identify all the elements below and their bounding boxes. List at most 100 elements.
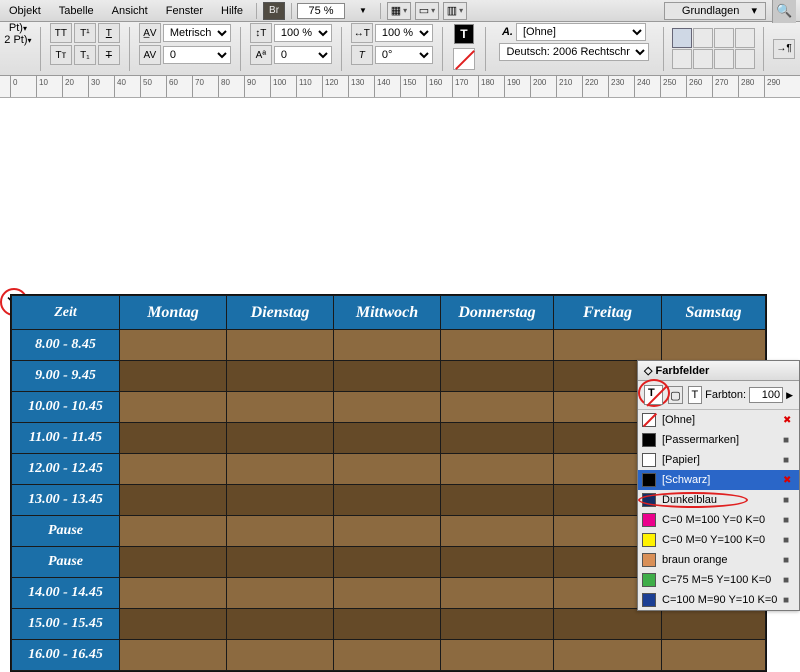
stroke-none-icon[interactable] (453, 48, 475, 70)
time-cell[interactable]: Pause (12, 516, 120, 547)
table-header[interactable]: Donnerstag (441, 296, 554, 330)
table-header[interactable]: Samstag (662, 296, 766, 330)
cell[interactable] (227, 640, 334, 671)
cell[interactable] (227, 330, 334, 361)
cell[interactable] (334, 330, 441, 361)
cell[interactable] (227, 485, 334, 516)
fill-proxy-icon[interactable] (644, 385, 663, 405)
baseline-select[interactable]: 0 (274, 46, 332, 64)
table-row[interactable]: 8.00 - 8.45 (12, 330, 766, 361)
charstyle-select[interactable]: [Ohne] (516, 23, 646, 41)
cell[interactable] (334, 361, 441, 392)
smallcaps-icon[interactable]: Tᴛ (50, 45, 72, 65)
swatch-row[interactable]: Dunkelblau (638, 490, 799, 510)
formatting-container-icon[interactable]: ▢ (668, 386, 682, 404)
time-cell[interactable]: 16.00 - 16.45 (12, 640, 120, 671)
tracking-select[interactable]: 0 (163, 46, 231, 64)
cell[interactable] (441, 485, 554, 516)
cell[interactable] (120, 361, 227, 392)
menu-hilfe[interactable]: Hilfe (212, 5, 252, 17)
cell[interactable] (334, 392, 441, 423)
cell[interactable] (120, 609, 227, 640)
zoom-control[interactable]: ▼ (296, 2, 376, 20)
cell[interactable] (227, 423, 334, 454)
justify-right-icon[interactable] (714, 49, 734, 69)
cell[interactable] (334, 578, 441, 609)
kerning-select[interactable]: Metrisch (163, 24, 231, 42)
cell[interactable] (120, 547, 227, 578)
time-cell[interactable]: 9.00 - 9.45 (12, 361, 120, 392)
align-right-icon[interactable] (714, 28, 734, 48)
swatch-row[interactable]: [Papier] (638, 450, 799, 470)
swatch-row[interactable]: C=75 M=5 Y=100 K=0 (638, 570, 799, 590)
table-row[interactable]: 15.00 - 15.45 (12, 609, 766, 640)
cell[interactable] (227, 547, 334, 578)
cell[interactable] (227, 516, 334, 547)
swatch-row[interactable]: C=100 M=90 Y=10 K=0 (638, 590, 799, 610)
cell[interactable] (120, 640, 227, 671)
time-cell[interactable]: 14.00 - 14.45 (12, 578, 120, 609)
zoom-input[interactable] (297, 3, 345, 19)
time-cell[interactable]: Pause (12, 547, 120, 578)
swatch-row[interactable]: C=0 M=0 Y=100 K=0 (638, 530, 799, 550)
workspace-switcher[interactable]: Grundlagen ▾ (664, 2, 766, 20)
cell[interactable] (554, 330, 662, 361)
allcaps-icon[interactable]: TT (50, 23, 72, 43)
menu-ansicht[interactable]: Ansicht (103, 5, 157, 17)
tint-input[interactable] (749, 387, 783, 403)
cell[interactable] (441, 423, 554, 454)
cell[interactable] (334, 516, 441, 547)
cell[interactable] (120, 578, 227, 609)
cell[interactable] (441, 516, 554, 547)
cell[interactable] (334, 454, 441, 485)
justify-left-icon[interactable] (672, 49, 692, 69)
align-left-icon[interactable] (672, 28, 692, 48)
time-cell[interactable]: 11.00 - 11.45 (12, 423, 120, 454)
cell[interactable] (227, 361, 334, 392)
table-header[interactable]: Dienstag (227, 296, 334, 330)
swatch-row[interactable]: C=0 M=100 Y=0 K=0 (638, 510, 799, 530)
swatches-panel[interactable]: ◇ Farbfelder ▢ T Farbton: ▶ [Ohne][Passe… (637, 360, 800, 611)
cell[interactable] (120, 330, 227, 361)
cell[interactable] (334, 485, 441, 516)
cell[interactable] (662, 640, 766, 671)
table-header[interactable]: Mittwoch (334, 296, 441, 330)
table-row[interactable]: 16.00 - 16.45 (12, 640, 766, 671)
cell[interactable] (554, 609, 662, 640)
cell[interactable] (441, 454, 554, 485)
cell[interactable] (441, 640, 554, 671)
time-cell[interactable]: 8.00 - 8.45 (12, 330, 120, 361)
menu-objekt[interactable]: Objekt (0, 5, 50, 17)
cell[interactable] (441, 392, 554, 423)
time-cell[interactable]: 15.00 - 15.45 (12, 609, 120, 640)
screen-mode-icon[interactable]: ▭ (415, 2, 439, 20)
superscript-icon[interactable]: T¹ (74, 23, 96, 43)
align-center-icon[interactable] (693, 28, 713, 48)
swatches-panel-tab[interactable]: ◇ Farbfelder (638, 361, 799, 381)
swatch-row[interactable]: [Ohne] (638, 410, 799, 430)
cell[interactable] (120, 485, 227, 516)
justify-all-icon[interactable] (735, 49, 755, 69)
hscale-select[interactable]: 100 % (274, 24, 332, 42)
cell[interactable] (662, 330, 766, 361)
cell[interactable] (120, 516, 227, 547)
cell[interactable] (441, 330, 554, 361)
cell[interactable] (120, 423, 227, 454)
underline-icon[interactable]: T (98, 23, 120, 43)
bridge-icon[interactable]: Br (263, 2, 285, 20)
cell[interactable] (227, 392, 334, 423)
cell[interactable] (441, 547, 554, 578)
menu-tabelle[interactable]: Tabelle (50, 5, 103, 17)
cell[interactable] (227, 454, 334, 485)
time-cell[interactable]: 10.00 - 10.45 (12, 392, 120, 423)
cell[interactable] (120, 454, 227, 485)
table-header[interactable]: Zeit (12, 296, 120, 330)
cell[interactable] (441, 609, 554, 640)
cell[interactable] (662, 609, 766, 640)
formatting-text-icon[interactable]: T (688, 386, 702, 404)
cell[interactable] (554, 640, 662, 671)
cell[interactable] (227, 609, 334, 640)
swatch-row[interactable]: braun orange (638, 550, 799, 570)
time-cell[interactable]: 13.00 - 13.45 (12, 485, 120, 516)
cell[interactable] (334, 547, 441, 578)
